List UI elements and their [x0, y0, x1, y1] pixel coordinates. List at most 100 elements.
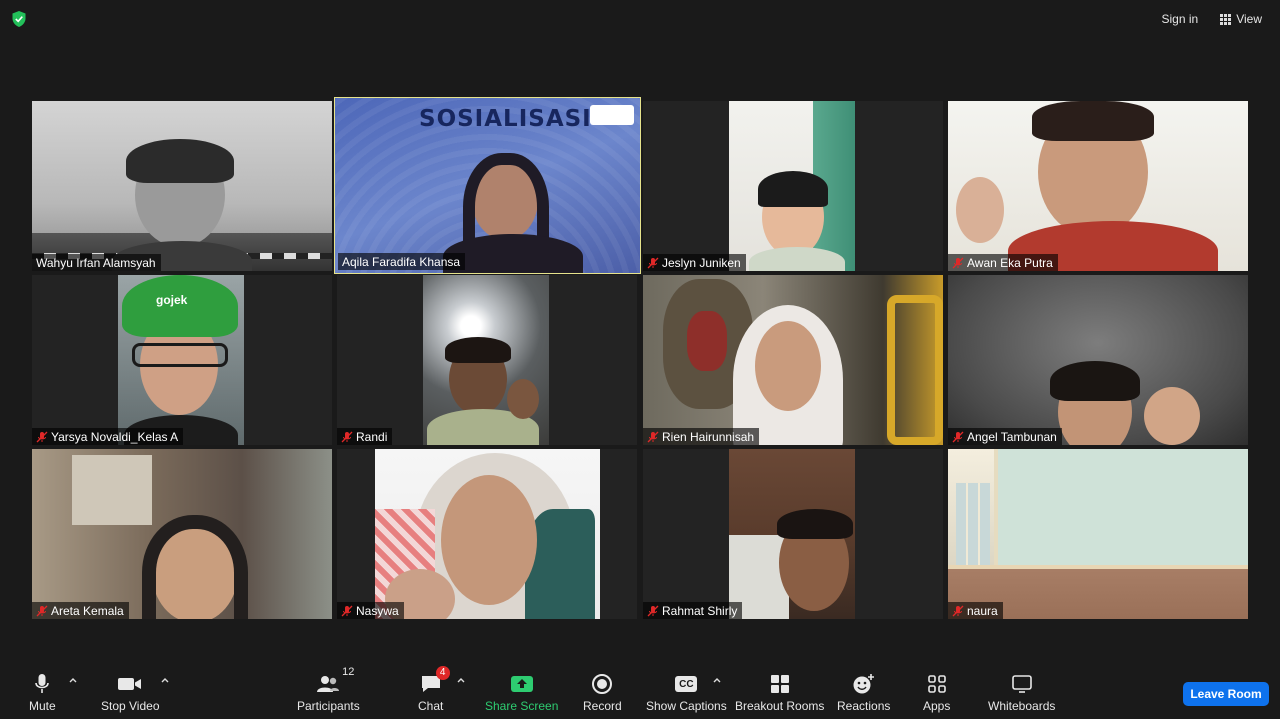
video-tile-randi[interactable]: Randi — [337, 275, 637, 445]
chat-options-chevron-icon[interactable] — [455, 674, 467, 686]
participant-name-tag: Aqila Faradifa Khansa — [338, 253, 466, 270]
sign-in-label: Sign in — [1161, 12, 1199, 26]
helmet-logo: gojek — [156, 293, 188, 307]
video-tile-angel[interactable]: Angel Tambunan — [948, 275, 1248, 445]
breakout-rooms-icon — [770, 675, 789, 693]
participant-name: Nasywa — [356, 603, 399, 618]
participant-name: Randi — [356, 429, 388, 444]
logo-badges — [590, 105, 634, 125]
video-tile-naura[interactable]: naura — [948, 449, 1248, 619]
muted-mic-icon — [341, 431, 353, 442]
participant-name-tag: Yarsya Novaldi_Kelas A — [32, 428, 184, 445]
video-camera-icon — [118, 678, 142, 690]
video-tile-yarsya[interactable]: gojek Yarsya Novaldi_Kelas A — [32, 275, 332, 445]
video-tile-awan[interactable]: Awan Eka Putra — [948, 101, 1248, 271]
slide-title: SOSIALISASI — [419, 106, 592, 132]
participant-name: Aqila Faradifa Khansa — [342, 254, 461, 269]
participant-name: Rahmat Shirly — [662, 603, 738, 618]
participant-name: Areta Kemala — [51, 603, 124, 618]
record-icon — [592, 674, 613, 694]
mute-button[interactable]: Mute — [29, 670, 56, 713]
video-feed — [643, 275, 943, 445]
muted-mic-icon — [952, 257, 964, 268]
participant-name-tag: Jeslyn Juniken — [643, 254, 746, 271]
muted-mic-icon — [647, 257, 659, 268]
participants-label: Participants — [297, 699, 360, 713]
record-button[interactable]: Record — [583, 670, 622, 713]
view-label: View — [1236, 12, 1262, 26]
video-tile-wahyu[interactable]: Wahyu Irfan Alamsyah — [32, 101, 332, 271]
video-feed — [948, 275, 1248, 445]
participant-name-tag: naura — [948, 602, 1003, 619]
reactions-button[interactable]: Reactions — [837, 670, 890, 713]
show-captions-label: Show Captions — [646, 699, 727, 713]
muted-mic-icon — [36, 605, 48, 616]
muted-mic-icon — [341, 605, 353, 616]
video-feed — [375, 449, 600, 619]
captions-options-chevron-icon[interactable] — [711, 674, 723, 686]
reactions-label: Reactions — [837, 699, 891, 713]
chat-button[interactable]: 4 Chat — [418, 666, 450, 713]
video-feed — [729, 101, 855, 271]
video-tile-jeslyn[interactable]: Jeslyn Juniken — [643, 101, 943, 271]
closed-captions-icon: CC — [675, 676, 698, 692]
whiteboards-button[interactable]: Whiteboards — [988, 670, 1055, 713]
participants-button[interactable]: 12 Participants — [297, 666, 360, 713]
leave-room-label: Leave Room — [1190, 687, 1262, 701]
reactions-smiley-icon — [853, 674, 874, 694]
muted-mic-icon — [36, 431, 48, 442]
grid-view-icon — [1220, 13, 1232, 25]
participant-name-tag: Randi — [337, 428, 393, 445]
video-tile-areta[interactable]: Areta Kemala — [32, 449, 332, 619]
video-feed — [948, 101, 1248, 271]
video-tile-nasywa[interactable]: Nasywa — [337, 449, 637, 619]
meeting-toolbar: Mute Stop Video 12 Participants 4 Chat S… — [0, 664, 1280, 719]
video-tile-rien[interactable]: Rien Hairunnisah — [643, 275, 943, 445]
participant-name-tag: Rahmat Shirly — [643, 602, 743, 619]
participant-name: Yarsya Novaldi_Kelas A — [51, 429, 179, 444]
leave-room-button[interactable]: Leave Room — [1183, 682, 1269, 706]
participant-name: Jeslyn Juniken — [662, 255, 741, 270]
share-screen-button[interactable]: Share Screen — [485, 670, 558, 713]
sign-in-button[interactable]: Sign in — [1153, 8, 1207, 30]
stop-video-button[interactable]: Stop Video — [101, 670, 160, 713]
microphone-icon — [35, 674, 50, 693]
video-feed — [729, 449, 855, 619]
participant-name-tag: Wahyu Irfan Alamsyah — [32, 254, 161, 271]
video-tile-rahmat[interactable]: Rahmat Shirly — [643, 449, 943, 619]
muted-mic-icon — [647, 431, 659, 442]
video-options-chevron-icon[interactable] — [159, 674, 171, 686]
participant-name-tag: Areta Kemala — [32, 602, 129, 619]
participant-name-tag: Angel Tambunan — [948, 428, 1062, 445]
participant-name: Wahyu Irfan Alamsyah — [36, 255, 156, 270]
chat-unread-badge: 4 — [435, 666, 450, 680]
participant-name-tag: Awan Eka Putra — [948, 254, 1058, 271]
participant-name-tag: Nasywa — [337, 602, 404, 619]
muted-mic-icon — [952, 431, 964, 442]
video-tile-aqila[interactable]: SOSIALISASI Aqila Faradifa Khansa — [334, 97, 641, 274]
breakout-rooms-button[interactable]: Breakout Rooms — [735, 670, 824, 713]
whiteboard-icon — [1011, 675, 1032, 693]
video-feed: gojek — [118, 275, 244, 445]
video-feed — [32, 101, 332, 271]
record-label: Record — [583, 699, 622, 713]
apps-button[interactable]: Apps — [923, 670, 950, 713]
video-feed — [423, 275, 549, 445]
mute-options-chevron-icon[interactable] — [67, 674, 79, 686]
apps-icon — [927, 675, 946, 693]
participant-name-tag: Rien Hairunnisah — [643, 428, 760, 445]
view-button[interactable]: View — [1212, 8, 1270, 30]
participants-count: 12 — [342, 666, 355, 678]
participant-name: naura — [967, 603, 998, 618]
participant-name: Awan Eka Putra — [967, 255, 1053, 270]
chat-label: Chat — [418, 699, 444, 713]
participants-icon — [317, 676, 340, 692]
participant-name: Rien Hairunnisah — [662, 429, 755, 444]
whiteboards-label: Whiteboards — [988, 699, 1056, 713]
video-feed: SOSIALISASI — [335, 98, 640, 273]
video-feed — [948, 449, 1248, 619]
captions-icon-text: CC — [679, 678, 694, 690]
security-shield-icon[interactable] — [11, 10, 27, 28]
share-screen-label: Share Screen — [485, 699, 559, 713]
video-feed — [32, 449, 332, 619]
